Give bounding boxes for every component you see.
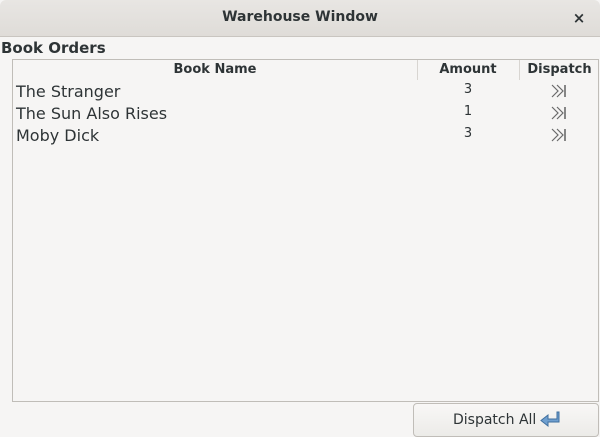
book-name-cell: The Sun Also Rises (16, 104, 168, 123)
column-header-amount[interactable]: Amount (417, 62, 519, 77)
close-button[interactable]: × (570, 8, 588, 28)
table-row[interactable]: The Sun Also Rises 1 (13, 102, 598, 124)
window-title: Warehouse Window (222, 9, 378, 25)
amount-cell: 3 (463, 82, 473, 97)
dispatch-all-label: Dispatch All (453, 412, 537, 428)
table-body: The Stranger 3 The Sun Also Rises 1 Moby… (13, 80, 598, 146)
table-row[interactable]: The Stranger 3 (13, 80, 598, 102)
window-titlebar: Warehouse Window × (0, 0, 600, 37)
column-header-dispatch[interactable]: Dispatch (519, 62, 600, 77)
orders-table: Book Name Amount Dispatch The Stranger 3… (12, 59, 599, 402)
table-row[interactable]: Moby Dick 3 (13, 124, 598, 146)
table-header: Book Name Amount Dispatch (13, 60, 598, 80)
section-title: Book Orders (1, 39, 106, 57)
amount-cell: 1 (463, 104, 473, 119)
book-name-cell: The Stranger (16, 82, 121, 101)
dispatch-icon[interactable] (549, 82, 569, 100)
dispatch-icon[interactable] (549, 104, 569, 122)
dispatch-all-button[interactable]: Dispatch All (413, 403, 599, 437)
amount-cell: 3 (463, 126, 473, 141)
column-header-book-name[interactable]: Book Name (13, 62, 417, 77)
return-arrow-icon (539, 410, 563, 430)
dispatch-icon[interactable] (549, 126, 569, 144)
book-name-cell: Moby Dick (16, 126, 100, 145)
